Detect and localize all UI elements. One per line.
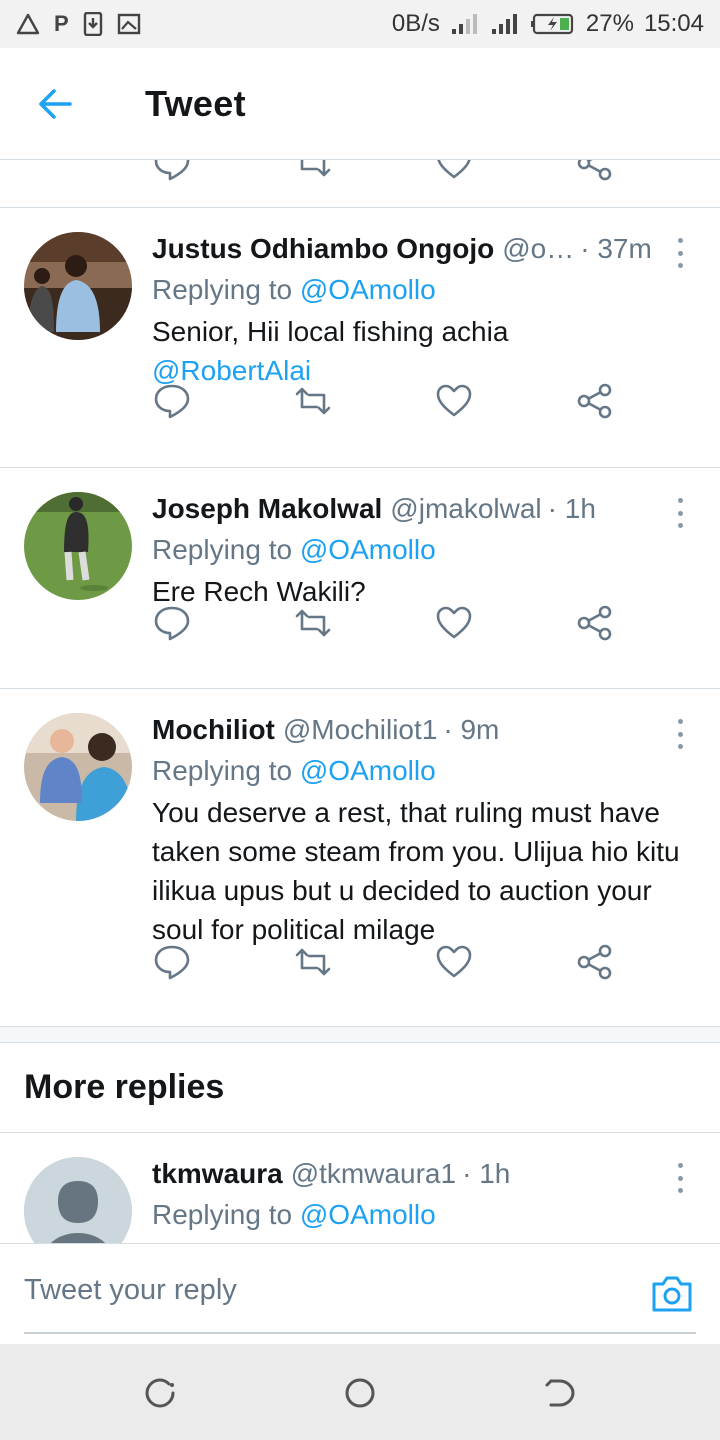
avatar[interactable] bbox=[24, 713, 132, 821]
like-icon[interactable] bbox=[434, 381, 474, 421]
replying-mention-link[interactable]: @OAmollo bbox=[300, 534, 436, 565]
replying-mention-link[interactable]: @OAmollo bbox=[300, 274, 436, 305]
arrow-left-icon bbox=[39, 88, 72, 119]
avatar-placeholder[interactable] bbox=[24, 1157, 132, 1243]
username[interactable]: @tkmwaura1 bbox=[291, 1153, 456, 1195]
timestamp: · 9m bbox=[443, 714, 500, 745]
download-icon bbox=[83, 12, 102, 36]
reply-icon[interactable] bbox=[152, 160, 192, 183]
camera-icon[interactable] bbox=[650, 1274, 694, 1314]
tweet-feed[interactable]: Justus Odhiambo Ongojo @o… · 37m Replyin… bbox=[0, 160, 720, 1243]
app-bar: Tweet bbox=[0, 48, 720, 160]
tweet-header: Joseph Makolwal @jmakolwal · 1h bbox=[152, 488, 696, 530]
status-bar: P 0B/s 27% 15:04 bbox=[0, 0, 720, 48]
username[interactable]: @jmakolwal bbox=[390, 488, 541, 530]
clock: 15:04 bbox=[643, 10, 704, 37]
replying-label: Replying to bbox=[152, 274, 293, 305]
more-options-button[interactable] bbox=[670, 498, 690, 528]
timestamp: · 1h bbox=[462, 1158, 511, 1189]
replying-to: Replying to @OAmollo bbox=[152, 270, 696, 310]
tweet-header: Justus Odhiambo Ongojo @o… · 37m bbox=[152, 228, 696, 270]
username[interactable]: @o… bbox=[502, 228, 574, 270]
more-options-button[interactable] bbox=[670, 719, 690, 749]
avatar-photo bbox=[24, 232, 132, 340]
tweet-item[interactable]: Joseph Makolwal @jmakolwal · 1h Replying… bbox=[0, 468, 720, 689]
network-speed: 0B/s bbox=[391, 10, 440, 37]
share-icon[interactable] bbox=[575, 381, 615, 421]
default-avatar-icon bbox=[24, 1157, 132, 1243]
section-divider bbox=[0, 1027, 720, 1043]
system-nav-bar bbox=[0, 1344, 720, 1440]
signal-icon-2 bbox=[491, 14, 517, 34]
tweet-actions bbox=[0, 917, 720, 1017]
tweet-item[interactable]: tkmwaura @tkmwaura1 · 1h Replying to @OA… bbox=[0, 1133, 720, 1243]
like-icon[interactable] bbox=[434, 603, 474, 643]
display-name[interactable]: Justus Odhiambo Ongojo bbox=[152, 228, 494, 270]
replying-to: Replying to @OAmollo bbox=[152, 530, 696, 570]
tweet-actions bbox=[0, 356, 720, 456]
p-icon: P bbox=[54, 11, 69, 36]
share-icon[interactable] bbox=[575, 603, 615, 643]
retweet-icon[interactable] bbox=[293, 603, 333, 643]
share-icon[interactable] bbox=[575, 160, 615, 183]
tweet-header: Mochiliot @Mochiliot1 · 9m bbox=[152, 709, 696, 751]
tweet-header: tkmwaura @tkmwaura1 · 1h bbox=[152, 1153, 696, 1195]
status-left-icons: P bbox=[16, 11, 141, 37]
retweet-icon[interactable] bbox=[293, 381, 333, 421]
more-replies-heading: More replies bbox=[0, 1043, 720, 1133]
replying-label: Replying to bbox=[152, 1199, 293, 1230]
display-name[interactable]: tkmwaura bbox=[152, 1153, 283, 1195]
replying-mention-link[interactable]: @OAmollo bbox=[300, 1199, 436, 1230]
reply-input[interactable]: Tweet your reply bbox=[24, 1274, 237, 1307]
status-right: 0B/s 27% 15:04 bbox=[392, 10, 704, 38]
more-options-button[interactable] bbox=[670, 238, 690, 268]
battery-percent: 27% bbox=[585, 10, 634, 37]
input-underline bbox=[24, 1332, 696, 1334]
previous-tweet-actions bbox=[0, 160, 720, 208]
replying-to: Replying to @OAmollo bbox=[152, 1195, 696, 1235]
page-title: Tweet bbox=[145, 82, 246, 124]
display-name[interactable]: Joseph Makolwal bbox=[152, 488, 382, 530]
more-options-button[interactable] bbox=[670, 1163, 690, 1193]
reply-composer[interactable]: Tweet your reply bbox=[0, 1243, 720, 1344]
reply-icon[interactable] bbox=[152, 381, 192, 421]
replying-mention-link[interactable]: @OAmollo bbox=[300, 755, 436, 786]
signal-icon bbox=[451, 14, 477, 34]
recent-apps-icon[interactable] bbox=[143, 1376, 177, 1410]
home-icon[interactable] bbox=[343, 1376, 377, 1410]
back-nav-icon[interactable] bbox=[543, 1376, 577, 1410]
replying-to: Replying to @OAmollo bbox=[152, 751, 696, 791]
timestamp: · 1h bbox=[547, 493, 596, 524]
replying-label: Replying to bbox=[152, 755, 293, 786]
share-icon[interactable] bbox=[575, 942, 615, 982]
reply-icon[interactable] bbox=[152, 942, 192, 982]
avatar-photo bbox=[24, 713, 132, 821]
tweet-actions bbox=[0, 578, 720, 678]
battery-icon bbox=[530, 13, 573, 35]
display-name[interactable]: Mochiliot bbox=[152, 709, 275, 751]
like-icon[interactable] bbox=[434, 160, 474, 183]
back-button[interactable] bbox=[0, 48, 110, 160]
retweet-icon[interactable] bbox=[293, 160, 333, 183]
timestamp: · 37m bbox=[580, 233, 652, 264]
retweet-icon[interactable] bbox=[293, 942, 333, 982]
reply-icon[interactable] bbox=[152, 603, 192, 643]
tweet-item[interactable]: Justus Odhiambo Ongojo @o… · 37m Replyin… bbox=[0, 208, 720, 468]
like-icon[interactable] bbox=[434, 942, 474, 982]
username[interactable]: @Mochiliot1 bbox=[283, 709, 437, 751]
avatar[interactable] bbox=[24, 232, 132, 340]
image-icon bbox=[117, 13, 140, 35]
tweet-text-body: Senior, Hii local fishing achia bbox=[152, 316, 509, 347]
replying-label: Replying to bbox=[152, 534, 293, 565]
tweet-item[interactable]: Mochiliot @Mochiliot1 · 9m Replying to @… bbox=[0, 689, 720, 1027]
warning-triangle-icon bbox=[16, 13, 40, 35]
